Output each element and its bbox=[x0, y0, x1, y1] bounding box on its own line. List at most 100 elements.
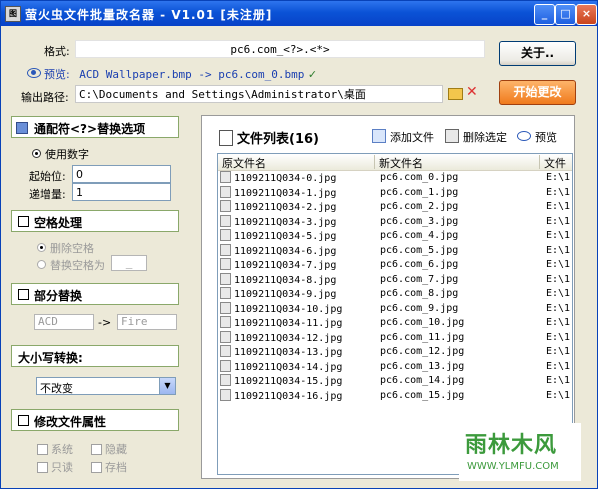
table-row[interactable]: 1109211Q034-12.jpg pc6.com_11.jpg E:\1 bbox=[218, 330, 572, 347]
table-row[interactable]: 1109211Q034-5.jpg pc6.com_4.jpg E:\1 bbox=[218, 229, 572, 244]
path-cell: E:\1 bbox=[546, 186, 571, 198]
table-row[interactable]: 1109211Q034-14.jpg pc6.com_13.jpg E:\1 bbox=[218, 359, 572, 375]
file-icon bbox=[220, 243, 231, 256]
attributes-checkbox[interactable] bbox=[18, 415, 29, 426]
path-cell: E:\1 bbox=[546, 273, 571, 285]
replace-space-label: 替换空格为 bbox=[50, 259, 105, 272]
system-checkbox[interactable] bbox=[37, 444, 48, 455]
new-name-cell: pc6.com_8.jpg bbox=[380, 288, 459, 299]
remove-file-icon bbox=[445, 129, 459, 143]
readonly-checkbox[interactable] bbox=[37, 462, 48, 473]
about-button[interactable]: 关于.. bbox=[499, 41, 576, 66]
new-name-cell: pc6.com_11.jpg bbox=[380, 331, 465, 343]
new-name-cell: pc6.com_14.jpg bbox=[380, 375, 465, 386]
table-row[interactable]: 1109211Q034-16.jpg pc6.com_15.jpg E:\1 bbox=[218, 388, 572, 404]
replace-space-radio[interactable] bbox=[37, 260, 46, 269]
table-row[interactable]: 1109211Q034-10.jpg pc6.com_9.jpg E:\1 bbox=[218, 301, 572, 318]
original-name-cell: 1109211Q034-13.jpg bbox=[220, 345, 342, 361]
file-icon bbox=[220, 359, 231, 372]
new-name-cell: pc6.com_9.jpg bbox=[380, 302, 459, 314]
table-row[interactable]: 1109211Q034-2.jpg pc6.com_2.jpg E:\1 bbox=[218, 200, 572, 215]
attributes-title: 修改文件属性 bbox=[34, 415, 107, 429]
table-row[interactable]: 1109211Q034-11.jpg pc6.com_10.jpg E:\1 bbox=[218, 316, 572, 331]
format-input[interactable]: pc6.com_<?>.<*> bbox=[75, 40, 485, 58]
step-input[interactable]: 1 bbox=[72, 183, 171, 201]
table-row[interactable]: 1109211Q034-7.jpg pc6.com_6.jpg E:\1 bbox=[218, 258, 572, 273]
app-icon[interactable]: 图 bbox=[5, 6, 21, 22]
watermark-logo: 雨林木风 WWW.YLMFU.COM bbox=[459, 423, 581, 481]
checkmark-icon: ✓ bbox=[307, 68, 318, 81]
table-row[interactable]: 1109211Q034-3.jpg pc6.com_3.jpg E:\1 bbox=[218, 214, 572, 230]
remove-selected-button[interactable]: 删除选定 bbox=[445, 129, 507, 145]
original-name-cell: 1109211Q034-15.jpg bbox=[220, 374, 342, 390]
path-cell: E:\1 bbox=[546, 201, 571, 212]
output-label: 输出路径: bbox=[21, 91, 69, 104]
add-file-button[interactable]: 添加文件 bbox=[372, 129, 434, 145]
close-button[interactable]: × bbox=[576, 4, 597, 25]
hidden-checkbox[interactable] bbox=[91, 444, 102, 455]
path-cell: E:\1 bbox=[546, 215, 571, 227]
column-original[interactable]: 原文件名 bbox=[222, 155, 375, 170]
window-title: 萤火虫文件批量改名器 - V1.01 [未注册] bbox=[25, 8, 273, 22]
chevron-down-icon[interactable]: ▼ bbox=[159, 378, 175, 394]
start-button[interactable]: 开始更改 bbox=[499, 80, 576, 105]
path-cell: E:\1 bbox=[546, 302, 571, 314]
path-cell: E:\1 bbox=[546, 288, 571, 299]
new-name-cell: pc6.com_5.jpg bbox=[380, 244, 459, 256]
wildcard-section: 通配符<?>替换选项 bbox=[11, 116, 179, 138]
use-number-radio[interactable] bbox=[32, 149, 41, 158]
replace-space-input[interactable]: _ bbox=[111, 255, 147, 271]
wildcard-title: 通配符<?>替换选项 bbox=[34, 122, 146, 136]
maximize-button[interactable]: □ bbox=[555, 4, 576, 25]
space-section: 空格处理 bbox=[11, 210, 179, 232]
system-label: 系统 bbox=[51, 443, 73, 456]
new-name-cell: pc6.com_10.jpg bbox=[380, 317, 465, 328]
path-cell: E:\1 bbox=[546, 375, 571, 386]
original-name-cell: 1109211Q034-11.jpg bbox=[220, 316, 342, 332]
table-row[interactable]: 1109211Q034-15.jpg pc6.com_14.jpg E:\1 bbox=[218, 374, 572, 389]
column-new[interactable]: 新文件名 bbox=[379, 155, 540, 170]
column-path[interactable]: 文件 bbox=[544, 155, 572, 170]
table-row[interactable]: 1109211Q034-8.jpg pc6.com_7.jpg E:\1 bbox=[218, 272, 572, 288]
partial-section: 部分替换 bbox=[11, 283, 179, 305]
start-input[interactable]: 0 bbox=[72, 165, 171, 183]
partial-checkbox[interactable] bbox=[18, 289, 29, 300]
minimize-button[interactable]: _ bbox=[534, 4, 555, 25]
table-row[interactable]: 1109211Q034-1.jpg pc6.com_1.jpg E:\1 bbox=[218, 185, 572, 202]
file-icon bbox=[220, 229, 231, 241]
space-checkbox[interactable] bbox=[18, 216, 29, 227]
file-icon bbox=[220, 345, 231, 357]
table-row[interactable]: 1109211Q034-13.jpg pc6.com_12.jpg E:\1 bbox=[218, 345, 572, 360]
clear-icon[interactable]: ✕ bbox=[466, 84, 478, 100]
path-cell: E:\1 bbox=[546, 317, 571, 328]
file-icon bbox=[220, 214, 231, 227]
partial-to-input[interactable]: Fire bbox=[117, 314, 177, 330]
original-name-cell: 1109211Q034-10.jpg bbox=[220, 301, 342, 318]
app-window: 图 萤火虫文件批量改名器 - V1.01 [未注册] _ □ × 格式: pc6… bbox=[0, 0, 598, 489]
watermark-url: WWW.YLMFU.COM bbox=[467, 461, 559, 472]
minimize-icon: _ bbox=[541, 7, 548, 20]
table-row[interactable]: 1109211Q034-9.jpg pc6.com_8.jpg E:\1 bbox=[218, 287, 572, 302]
delete-space-radio[interactable] bbox=[37, 243, 46, 252]
preview-button[interactable]: 预览 bbox=[517, 129, 557, 145]
table-row[interactable]: 1109211Q034-6.jpg pc6.com_5.jpg E:\1 bbox=[218, 243, 572, 259]
readonly-label: 只读 bbox=[51, 461, 73, 474]
new-name-cell: pc6.com_3.jpg bbox=[380, 215, 459, 227]
original-name-cell: 1109211Q034-12.jpg bbox=[220, 330, 342, 347]
delete-space-label: 删除空格 bbox=[50, 242, 94, 255]
table-row[interactable]: 1109211Q034-0.jpg pc6.com_0.jpg E:\1 bbox=[218, 171, 572, 186]
partial-title: 部分替换 bbox=[34, 289, 83, 303]
partial-from-input[interactable]: ACD bbox=[34, 314, 94, 330]
output-path-input[interactable]: C:\Documents and Settings\Administrator\… bbox=[75, 85, 443, 103]
file-icon bbox=[220, 171, 231, 183]
original-name-cell: 1109211Q034-1.jpg bbox=[220, 185, 336, 202]
folder-icon[interactable] bbox=[448, 88, 463, 100]
file-icon bbox=[220, 185, 231, 198]
new-name-cell: pc6.com_12.jpg bbox=[380, 346, 465, 357]
step-label: 递增量: bbox=[29, 188, 66, 201]
add-file-icon bbox=[372, 129, 386, 143]
eye-icon bbox=[517, 131, 531, 141]
case-select[interactable]: 不改变 ▼ bbox=[36, 377, 176, 395]
archive-checkbox[interactable] bbox=[91, 462, 102, 473]
title-bar[interactable]: 图 萤火虫文件批量改名器 - V1.01 [未注册] _ □ × bbox=[1, 1, 597, 26]
